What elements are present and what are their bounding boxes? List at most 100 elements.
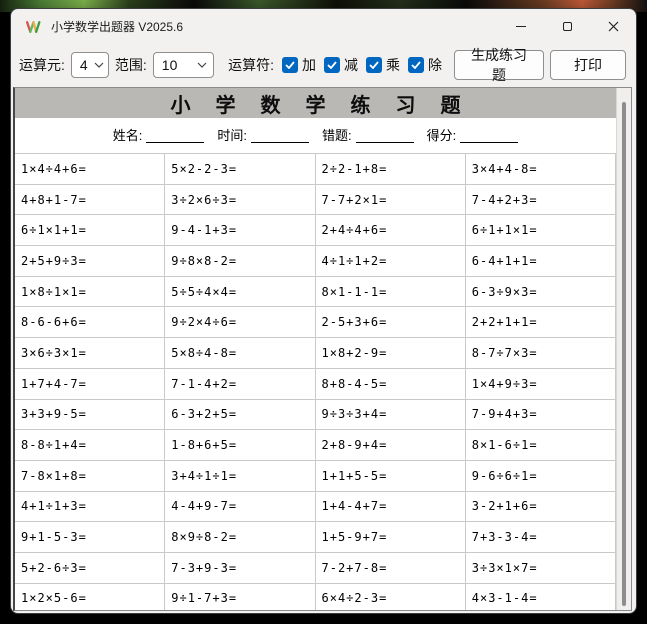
problem-cell: 8-8÷1+4= bbox=[15, 430, 165, 461]
problem-cell: 3×6÷3×1= bbox=[15, 338, 165, 369]
problem-cell: 9÷8×8-2= bbox=[165, 246, 315, 277]
print-button[interactable]: 打印 bbox=[550, 50, 626, 80]
maximize-icon bbox=[563, 22, 572, 31]
problem-cell: 1-8+6+5= bbox=[165, 430, 315, 461]
problem-cell: 8-7÷7×3= bbox=[466, 338, 616, 369]
range-label: 范围: bbox=[115, 55, 147, 75]
problem-cell: 3+3+9-5= bbox=[15, 400, 165, 431]
operator-option: 减 bbox=[324, 55, 358, 75]
header-field-label: 姓名: bbox=[113, 129, 143, 143]
operand-label: 运算元: bbox=[19, 55, 65, 75]
header-field: 时间: bbox=[217, 129, 322, 143]
operators-group: 加减乘除 bbox=[282, 55, 442, 75]
check-icon bbox=[369, 61, 379, 69]
operator-option-label: 乘 bbox=[386, 55, 400, 75]
minimize-button[interactable] bbox=[498, 9, 544, 43]
problem-cell: 1×8+2-9= bbox=[316, 338, 466, 369]
chevron-down-icon bbox=[94, 62, 104, 68]
problem-cell: 5÷5÷4×4= bbox=[165, 277, 315, 308]
problem-cell: 2-5+3+6= bbox=[316, 307, 466, 338]
app-window: 小学数学出题器 V2025.6 运算元: 4 范围: 10 运算符 bbox=[10, 8, 637, 614]
header-field: 姓名: bbox=[113, 129, 218, 143]
problem-cell: 5+2-6÷3= bbox=[15, 553, 165, 584]
operator-checkbox[interactable] bbox=[366, 57, 382, 73]
problem-cell: 1+5-9+7= bbox=[316, 522, 466, 553]
problem-cell: 2+2+1+1= bbox=[466, 307, 616, 338]
problem-cell: 8×1-6÷1= bbox=[466, 430, 616, 461]
problem-cell: 5×8÷4-8= bbox=[165, 338, 315, 369]
header-field: 得分: bbox=[427, 129, 519, 143]
problem-cell: 4-4+9-7= bbox=[165, 492, 315, 523]
operator-option: 除 bbox=[408, 55, 442, 75]
title-bar: 小学数学出题器 V2025.6 bbox=[11, 9, 636, 43]
problem-cell: 2+8-9+4= bbox=[316, 430, 466, 461]
problem-cell: 8×9÷8-2= bbox=[165, 522, 315, 553]
check-icon bbox=[327, 61, 337, 69]
blank-line bbox=[356, 130, 414, 143]
problem-cell: 9÷3÷3+4= bbox=[316, 400, 466, 431]
problem-cell: 7-1-4+2= bbox=[165, 369, 315, 400]
problem-cell: 1×2×5-6= bbox=[15, 584, 165, 610]
blank-line bbox=[251, 130, 309, 143]
window-title: 小学数学出题器 V2025.6 bbox=[51, 18, 183, 35]
problem-cell: 9-4-1+3= bbox=[165, 215, 315, 246]
operator-option: 乘 bbox=[366, 55, 400, 75]
chevron-down-icon bbox=[197, 62, 207, 68]
operator-checkbox[interactable] bbox=[408, 57, 424, 73]
blank-line bbox=[146, 130, 204, 143]
problem-cell: 1×8÷1×1= bbox=[15, 277, 165, 308]
problem-cell: 9-6÷6÷1= bbox=[466, 461, 616, 492]
problem-cell: 9÷2×4÷6= bbox=[165, 307, 315, 338]
range-select[interactable]: 10 bbox=[153, 52, 214, 78]
problem-cell: 6×4÷2-3= bbox=[316, 584, 466, 610]
worksheet: 小 学 数 学 练 习 题 姓名: 时间: 错题: 得分: 1×4÷4+6=5×2-2… bbox=[15, 88, 616, 610]
problem-cell: 6-3+2+5= bbox=[165, 400, 315, 431]
operand-select[interactable]: 4 bbox=[71, 52, 109, 78]
problem-cell: 6-3÷9×3= bbox=[466, 277, 616, 308]
header-field-label: 得分: bbox=[427, 129, 457, 143]
problem-cell: 3÷3×1×7= bbox=[466, 553, 616, 584]
problem-cell: 6÷1×1+1= bbox=[15, 215, 165, 246]
vertical-scrollbar[interactable] bbox=[616, 88, 631, 610]
problem-cell: 9+1-5-3= bbox=[15, 522, 165, 553]
header-field-label: 时间: bbox=[217, 129, 247, 143]
problem-cell: 3÷2×6÷3= bbox=[165, 185, 315, 216]
operators-label: 运算符: bbox=[228, 55, 274, 75]
problem-cell: 1×4÷4+6= bbox=[15, 154, 165, 185]
problem-cell: 4+1÷1+3= bbox=[15, 492, 165, 523]
problem-cell: 6-4+1+1= bbox=[466, 246, 616, 277]
close-icon bbox=[608, 21, 619, 32]
problem-cell: 3-2+1+6= bbox=[466, 492, 616, 523]
problem-cell: 7-3+9-3= bbox=[165, 553, 315, 584]
operator-checkbox[interactable] bbox=[324, 57, 340, 73]
maximize-button[interactable] bbox=[544, 9, 590, 43]
operator-checkbox[interactable] bbox=[282, 57, 298, 73]
app-logo-icon bbox=[25, 18, 42, 35]
scrollbar-thumb[interactable] bbox=[622, 102, 626, 606]
problem-cell: 1+4-4+7= bbox=[316, 492, 466, 523]
generate-button[interactable]: 生成练习题 bbox=[454, 50, 544, 80]
problem-cell: 1+7+4-7= bbox=[15, 369, 165, 400]
name-line: 姓名: 时间: 错题: 得分: bbox=[15, 118, 616, 153]
problem-cell: 3+4÷1÷1= bbox=[165, 461, 315, 492]
header-field-label: 错题: bbox=[322, 129, 352, 143]
problems-grid: 1×4÷4+6=5×2-2-3=2÷2-1+8=3×4+4-8=4+8+1-7=… bbox=[15, 153, 616, 610]
operator-option: 加 bbox=[282, 55, 316, 75]
problem-cell: 8-6-6+6= bbox=[15, 307, 165, 338]
problem-cell: 4×3-1-4= bbox=[466, 584, 616, 610]
problem-cell: 7-4+2+3= bbox=[466, 185, 616, 216]
blank-line bbox=[460, 130, 518, 143]
operator-option-label: 除 bbox=[428, 55, 442, 75]
worksheet-title-band: 小 学 数 学 练 习 题 bbox=[15, 88, 616, 118]
problem-cell: 1×4+9÷3= bbox=[466, 369, 616, 400]
problem-cell: 5×2-2-3= bbox=[165, 154, 315, 185]
close-button[interactable] bbox=[590, 9, 636, 43]
problem-cell: 8×1-1-1= bbox=[316, 277, 466, 308]
operator-option-label: 减 bbox=[344, 55, 358, 75]
worksheet-title: 小 学 数 学 练 习 题 bbox=[161, 89, 471, 118]
problem-cell: 7-7+2×1= bbox=[316, 185, 466, 216]
problem-cell: 7+3-3-4= bbox=[466, 522, 616, 553]
problem-cell: 6÷1+1×1= bbox=[466, 215, 616, 246]
problem-cell: 4+8+1-7= bbox=[15, 185, 165, 216]
problem-cell: 7-9+4+3= bbox=[466, 400, 616, 431]
